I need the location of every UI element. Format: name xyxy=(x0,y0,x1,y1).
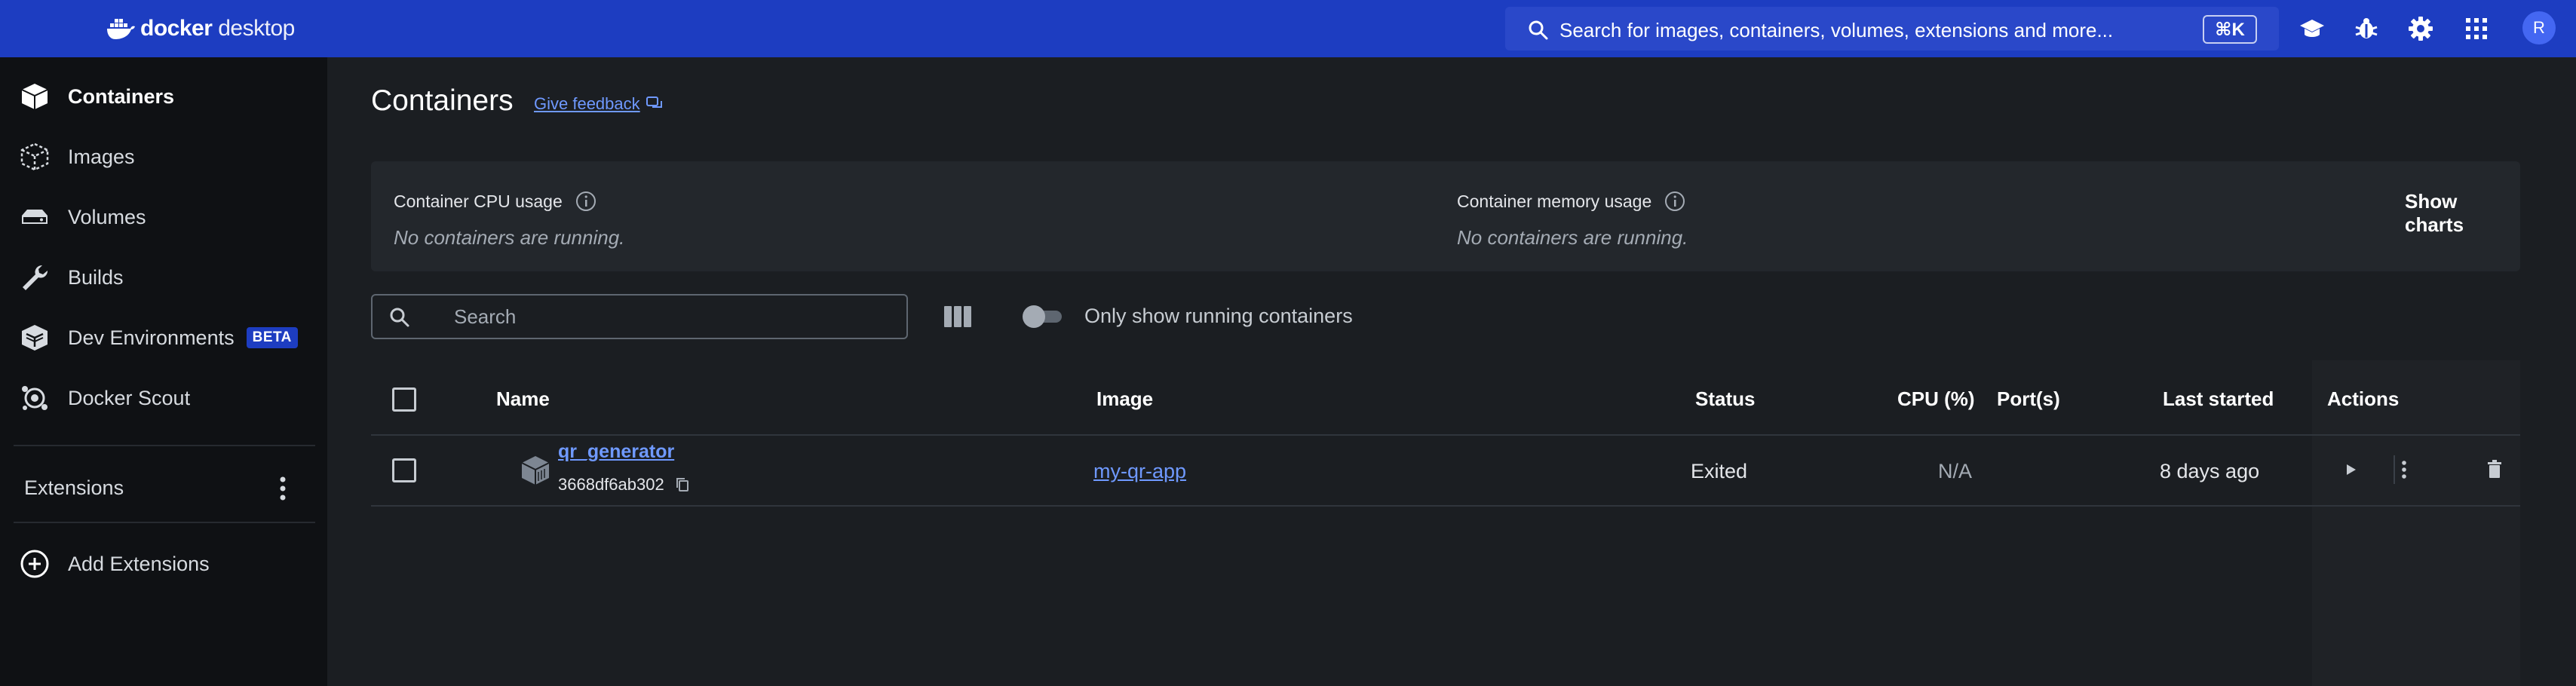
memory-usage-label: Container memory usage xyxy=(1457,190,1686,213)
container-exited-icon xyxy=(519,454,552,487)
container-search-input[interactable] xyxy=(454,305,876,329)
delete-trash-icon[interactable] xyxy=(2486,460,2504,479)
running-only-toggle[interactable] xyxy=(1023,305,1065,328)
container-name-link[interactable]: qr_generator xyxy=(558,441,674,463)
row-select-checkbox[interactable] xyxy=(392,458,416,482)
info-icon[interactable] xyxy=(1664,190,1686,213)
table-header-divider xyxy=(371,434,2520,436)
info-icon[interactable] xyxy=(575,190,597,213)
toggle-knob xyxy=(1023,305,1045,328)
logo-text-desktop: desktop xyxy=(218,16,295,41)
containers-table: Name Image Status CPU (%) Port(s) Last s… xyxy=(371,360,2520,686)
images-icon xyxy=(18,140,51,173)
docker-scout-icon xyxy=(18,381,51,415)
sidebar-divider xyxy=(14,445,315,446)
sidebar-item-docker-scout[interactable]: Docker Scout xyxy=(18,375,320,421)
column-header-name[interactable]: Name xyxy=(496,387,550,411)
dev-environments-icon xyxy=(18,321,51,354)
container-last-started: 8 days ago xyxy=(2160,460,2260,482)
main-content: Containers Give feedback Container CPU u… xyxy=(327,57,2576,686)
feedback-chat-icon xyxy=(646,96,662,108)
sidebar-item-label: Builds xyxy=(68,265,124,289)
beta-badge: BETA xyxy=(246,327,298,348)
column-header-cpu[interactable]: CPU (%) xyxy=(1897,387,1975,411)
sidebar-item-builds[interactable]: Builds xyxy=(18,255,320,300)
more-actions-icon[interactable] xyxy=(2400,458,2409,481)
builds-wrench-icon xyxy=(18,261,51,294)
start-play-icon[interactable] xyxy=(2342,461,2359,478)
search-icon xyxy=(390,308,409,327)
column-header-last-started[interactable]: Last started xyxy=(2163,387,2274,411)
sidebar-divider xyxy=(14,522,315,523)
column-header-actions: Actions xyxy=(2327,387,2400,410)
running-only-label: Only show running containers xyxy=(1084,305,1353,327)
give-feedback-label: Give feedback xyxy=(534,94,640,113)
troubleshoot-bug-icon[interactable] xyxy=(2353,15,2380,42)
sidebar-item-label: Dev Environments xyxy=(68,326,235,349)
show-charts-button[interactable]: Show charts xyxy=(2405,190,2520,237)
column-header-image[interactable]: Image xyxy=(1096,387,1153,411)
docker-desktop-logo: docker desktop xyxy=(106,14,295,44)
table-row-divider xyxy=(371,505,2520,507)
give-feedback-link[interactable]: Give feedback xyxy=(534,94,663,114)
user-avatar[interactable]: R xyxy=(2522,11,2556,44)
sidebar-item-label: Containers xyxy=(68,84,175,108)
sidebar-item-containers[interactable]: Containers xyxy=(18,74,320,119)
search-icon xyxy=(1529,20,1548,40)
extensions-heading: Extensions xyxy=(24,476,124,499)
memory-usage-title: Container memory usage xyxy=(1457,191,1652,211)
logo-text-docker: docker xyxy=(140,16,213,41)
container-cpu: N/A xyxy=(1938,460,1973,482)
page-title: Containers xyxy=(371,84,514,117)
actions-divider xyxy=(2394,455,2395,484)
sidebar-item-label: Images xyxy=(68,145,135,168)
column-selector-icon[interactable] xyxy=(943,304,973,329)
sidebar-item-add-extensions[interactable]: Add Extensions xyxy=(18,541,320,586)
containers-icon xyxy=(18,80,51,113)
copy-icon[interactable] xyxy=(675,476,690,493)
container-status: Exited xyxy=(1691,460,1748,482)
settings-gear-icon[interactable] xyxy=(2407,15,2434,42)
sidebar-item-images[interactable]: Images xyxy=(18,134,320,179)
sidebar-item-label: Volumes xyxy=(68,205,146,228)
container-usage-panel: Container CPU usage No containers are ru… xyxy=(371,161,2520,271)
container-search-field[interactable] xyxy=(371,294,908,339)
sidebar-item-label: Docker Scout xyxy=(68,386,191,409)
global-search-bar[interactable]: Search for images, containers, volumes, … xyxy=(1505,7,2279,51)
apps-grid-icon[interactable] xyxy=(2463,15,2490,42)
volumes-icon xyxy=(18,201,51,234)
column-header-ports[interactable]: Port(s) xyxy=(1997,387,2060,411)
cpu-usage-title: Container CPU usage xyxy=(394,191,563,211)
add-circle-icon xyxy=(18,547,51,580)
search-shortcut-badge: ⌘K xyxy=(2203,15,2257,44)
docker-whale-icon xyxy=(107,19,135,39)
extensions-more-icon[interactable] xyxy=(271,473,294,504)
select-all-checkbox[interactable] xyxy=(392,387,416,412)
sidebar-item-dev-environments[interactable]: Dev Environments BETA xyxy=(18,315,320,360)
top-bar: docker desktop Search for images, contai… xyxy=(0,0,2576,57)
sidebar: Containers Images Volumes Builds Dev Env… xyxy=(0,57,327,686)
column-header-status[interactable]: Status xyxy=(1695,387,1755,411)
container-id-text: 3668df6ab302 xyxy=(558,475,664,494)
container-image-link[interactable]: my-qr-app xyxy=(1093,460,1186,483)
global-search-placeholder: Search for images, containers, volumes, … xyxy=(1559,19,2114,41)
sidebar-item-volumes[interactable]: Volumes xyxy=(18,194,320,240)
learning-center-icon[interactable] xyxy=(2298,15,2326,42)
cpu-usage-status: No containers are running. xyxy=(394,226,625,249)
add-extensions-label: Add Extensions xyxy=(68,552,210,575)
memory-usage-status: No containers are running. xyxy=(1457,226,1688,249)
container-id: 3668df6ab302 xyxy=(558,475,690,495)
cpu-usage-label: Container CPU usage xyxy=(394,190,597,213)
